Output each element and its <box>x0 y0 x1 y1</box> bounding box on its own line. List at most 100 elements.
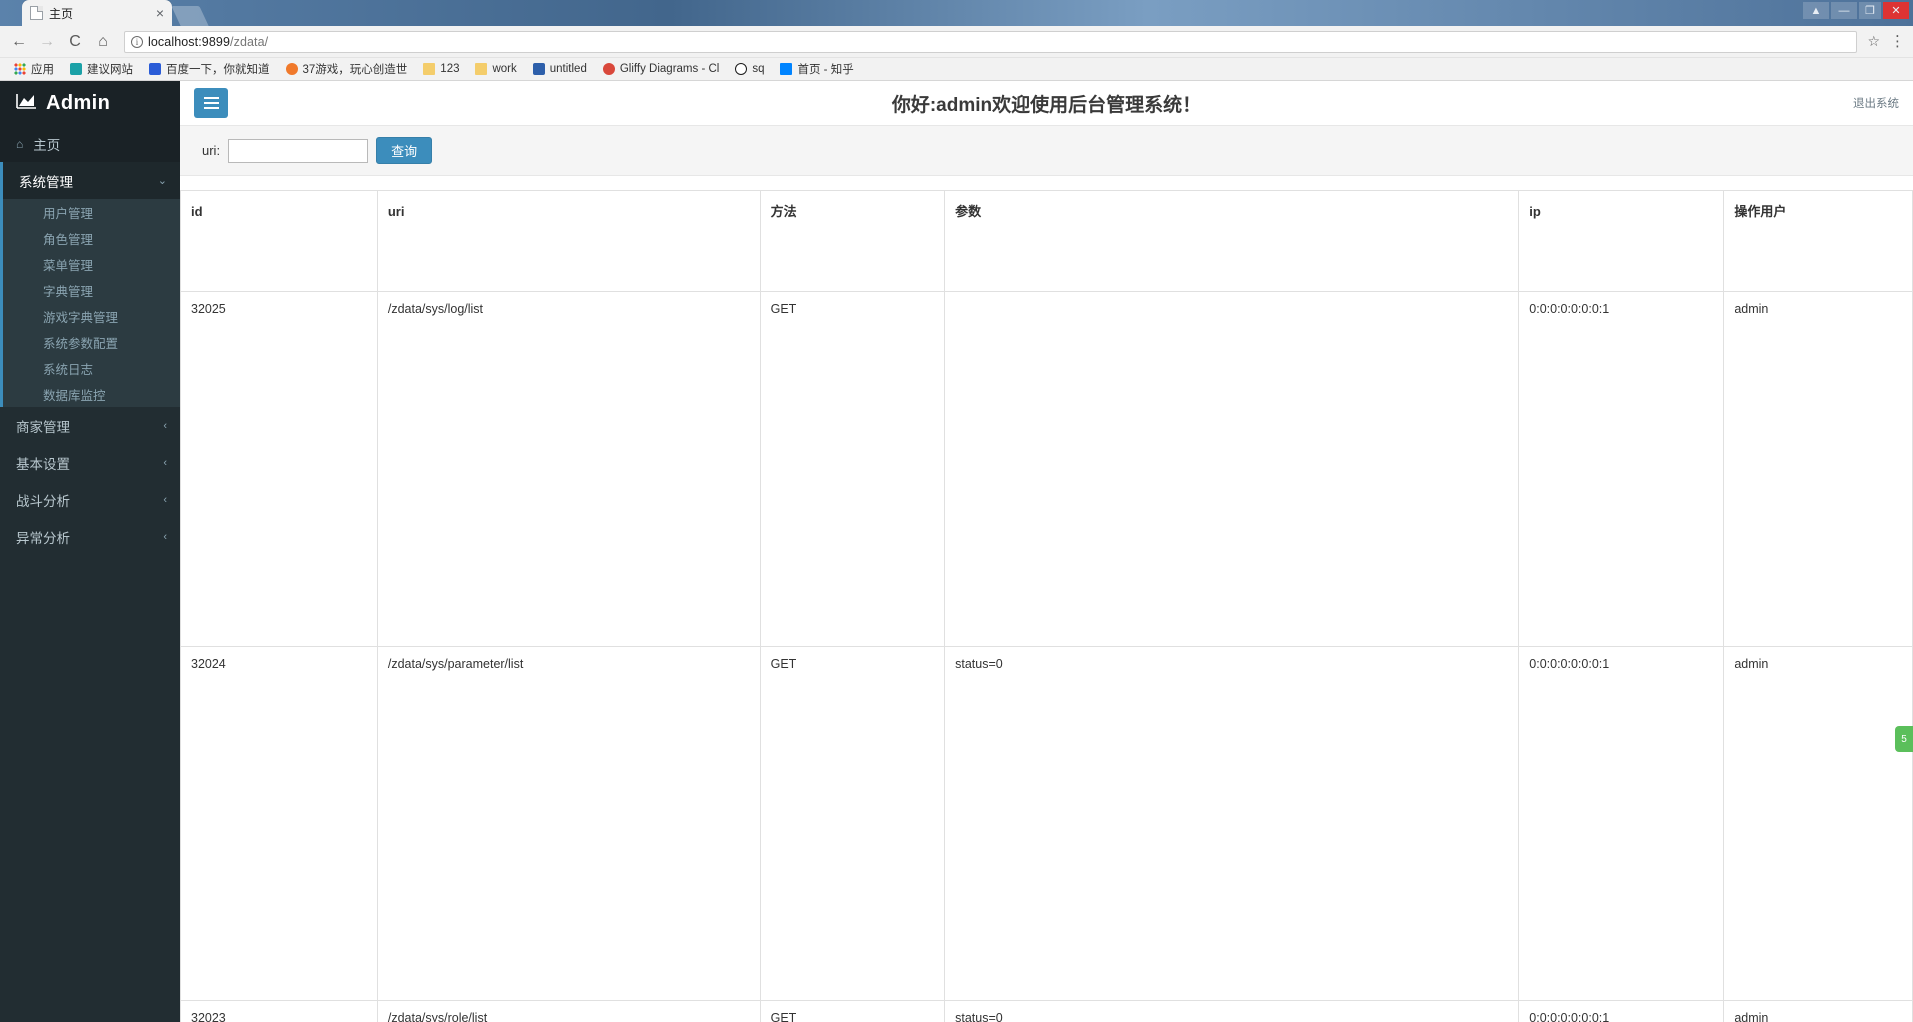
browser-tab[interactable]: 主页 × <box>22 0 172 26</box>
cell-id: 32024 <box>180 645 378 1001</box>
cell-user: admin <box>1723 1000 1913 1022</box>
log-table: id uri 方法 参数 ip 操作用户 操作时间 32025/zdata/sy… <box>180 190 1913 1022</box>
site-info-icon[interactable]: i <box>131 35 143 48</box>
sidebar-item-sys-params[interactable]: 系统参数配置 <box>3 329 180 355</box>
sidebar-item-dict-mgmt[interactable]: 字典管理 <box>3 277 180 303</box>
sidebar-item-label: 基本设置 <box>16 456 70 472</box>
cell-param <box>944 291 1520 647</box>
baidu-icon <box>149 63 161 75</box>
restore-button[interactable]: ❐ <box>1859 2 1881 19</box>
minimize-button[interactable]: — <box>1831 2 1857 19</box>
cell-param: status=0 <box>944 645 1520 1001</box>
log-table-container[interactable]: id uri 方法 参数 ip 操作用户 操作时间 32025/zdata/sy… <box>180 176 1913 1022</box>
col-header-method[interactable]: 方法 <box>759 190 946 292</box>
cell-method: GET <box>759 1000 946 1022</box>
col-header-param[interactable]: 参数 <box>944 190 1520 292</box>
close-icon[interactable]: × <box>156 6 164 20</box>
chevron-left-icon: ‹ <box>163 419 167 432</box>
address-bar[interactable]: i localhost:9899/zdata/ <box>124 30 1858 53</box>
reload-icon[interactable]: C <box>64 31 86 53</box>
cell-id: 32023 <box>180 1000 378 1022</box>
table-row[interactable]: 32023/zdata/sys/role/list GET status=0 0:0:… <box>180 1000 1913 1022</box>
chevron-left-icon: ‹ <box>163 530 167 543</box>
bookmark-apps[interactable]: 应用 <box>6 60 62 79</box>
bookmark-suggested-sites[interactable]: 建议网站 <box>62 60 141 79</box>
bookmark-folder-123[interactable]: 123 <box>415 60 467 79</box>
sidebar-item-sys-log[interactable]: 系统日志 <box>3 355 180 381</box>
sidebar-item-home[interactable]: ⌂ 主页 <box>0 126 180 162</box>
chevron-up-icon[interactable]: ▲ <box>1803 2 1829 19</box>
search-label: uri: <box>202 143 221 158</box>
cell-uri: /zdata/sys/log/list <box>376 291 761 647</box>
sidebar-item-label: 菜单管理 <box>43 258 94 273</box>
brand[interactable]: Admin <box>0 81 180 126</box>
sidebar-item-game-dict-mgmt[interactable]: 游戏字典管理 <box>3 303 180 329</box>
new-tab-button[interactable] <box>171 6 209 26</box>
sidebar-item-label: 异常分析 <box>16 530 70 546</box>
address-bar-url: localhost:9899/zdata/ <box>148 34 269 49</box>
browser-menu-icon[interactable]: ⋮ <box>1890 34 1905 49</box>
sidebar-item-label: 数据库监控 <box>43 388 106 403</box>
sidebar-item-merchant-mgmt[interactable]: 商家管理 ‹ <box>0 407 180 444</box>
sidebar-item-label: 角色管理 <box>43 232 94 247</box>
sidebar-item-anomaly-analysis[interactable]: 异常分析 ‹ <box>0 518 180 555</box>
col-header-user[interactable]: 操作用户 <box>1723 190 1913 292</box>
bookmark-sq[interactable]: sq <box>727 60 772 79</box>
sidebar-item-user-mgmt[interactable]: 用户管理 <box>3 199 180 225</box>
chart-logo-icon <box>16 93 37 114</box>
logout-button[interactable]: 退出系统 <box>1853 95 1899 111</box>
sidebar-item-db-monitor[interactable]: 数据库监控 <box>3 381 180 407</box>
hamburger-icon[interactable] <box>194 88 228 118</box>
sidebar-item-label: 系统参数配置 <box>43 336 119 351</box>
col-header-id[interactable]: id <box>180 190 378 292</box>
sidebar-item-label: 用户管理 <box>43 206 94 221</box>
apps-grid-icon <box>14 63 26 75</box>
browser-titlebar: 主页 × ▲ — ❐ ✕ <box>0 0 1913 26</box>
cell-id: 32025 <box>180 291 378 647</box>
home-icon[interactable]: ⌂ <box>92 31 114 53</box>
bookmark-star-icon[interactable]: ☆ <box>1867 33 1884 50</box>
cell-method: GET <box>759 645 946 1001</box>
zhihu-icon <box>780 63 793 75</box>
sidebar-item-label: 商家管理 <box>16 419 70 435</box>
sidebar-group-label: 系统管理 <box>19 174 73 190</box>
bookmark-folder-work[interactable]: work <box>467 60 524 79</box>
page-content: Admin ⌂ 主页 系统管理 ⌄ 用户管理 角色管理 菜单管理 字典管理 游戏… <box>0 81 1913 1022</box>
search-input[interactable] <box>228 138 369 163</box>
scroll-helper-badge[interactable]: 5 <box>1895 726 1913 752</box>
github-icon <box>735 63 748 75</box>
sidebar-item-label: 战斗分析 <box>16 493 70 509</box>
bookmark-gliffy[interactable]: Gliffy Diagrams - Cl <box>595 60 727 79</box>
bookmark-untitled[interactable]: untitled <box>525 60 595 79</box>
back-icon[interactable]: ← <box>8 31 30 53</box>
browser-navbar: ← → C ⌂ i localhost:9899/zdata/ ☆ ⋮ <box>0 26 1913 58</box>
sidebar-item-label: 主页 <box>33 137 61 153</box>
sidebar-item-label: 字典管理 <box>43 284 94 299</box>
gliffy-icon <box>602 63 615 75</box>
table-body: 32025/zdata/sys/log/list GET 0:0:0:0:0:0:0… <box>180 291 1913 1022</box>
page-title: 你好:admin欢迎使用后台管理系统！ <box>891 94 1202 116</box>
sidebar-item-role-mgmt[interactable]: 角色管理 <box>3 225 180 251</box>
main-content: 你好:admin欢迎使用后台管理系统！ 退出系统 uri: 查询 id uri … <box>180 81 1913 1022</box>
sidebar-group-header-system[interactable]: 系统管理 ⌄ <box>3 162 180 199</box>
bookmark-baidu[interactable]: 百度一下，你就知道 <box>141 60 278 79</box>
browser-window: 主页 × ▲ — ❐ ✕ ← → C ⌂ i localhost:9899/zd… <box>0 0 1913 1022</box>
sidebar-item-basic-settings[interactable]: 基本设置 ‹ <box>0 444 180 481</box>
sidebar-item-menu-mgmt[interactable]: 菜单管理 <box>3 251 180 277</box>
bookmark-zhihu[interactable]: 首页 - 知乎 <box>772 60 861 79</box>
table-row[interactable]: 32024/zdata/sys/parameter/list GET status=… <box>180 645 1913 1001</box>
chevron-left-icon: ‹ <box>163 493 167 506</box>
forward-icon[interactable]: → <box>36 31 58 53</box>
bookmarks-bar: 应用 建议网站 百度一下，你就知道 37游戏，玩心创造世 123 work un… <box>0 58 1913 81</box>
col-header-uri[interactable]: uri <box>376 190 761 292</box>
bookmark-37games[interactable]: 37游戏，玩心创造世 <box>278 60 416 79</box>
col-header-ip[interactable]: ip <box>1518 190 1725 292</box>
table-row[interactable]: 32025/zdata/sys/log/list GET 0:0:0:0:0:0:0… <box>180 291 1913 647</box>
bookmark-label: 应用 <box>31 64 54 76</box>
37-icon <box>285 63 298 75</box>
query-button[interactable]: 查询 <box>376 137 433 164</box>
blue-icon <box>532 63 545 75</box>
chevron-left-icon: ‹ <box>163 456 167 469</box>
close-window-button[interactable]: ✕ <box>1883 2 1909 19</box>
sidebar-item-battle-analysis[interactable]: 战斗分析 ‹ <box>0 481 180 518</box>
